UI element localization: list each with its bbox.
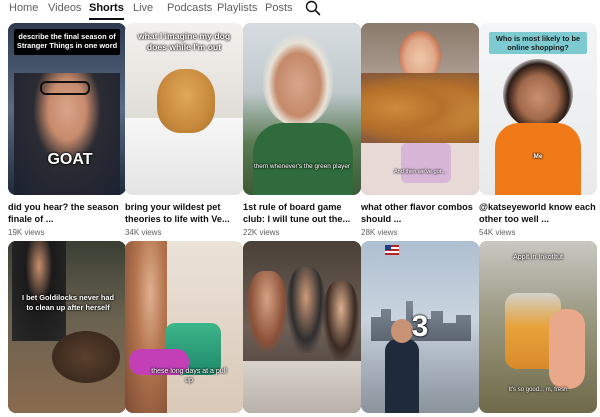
overlay-caption: what I imagine my dog does while I'm out [137,31,231,52]
active-tab-underline [89,18,124,20]
search-icon[interactable] [305,0,321,16]
short-title[interactable]: 1st rule of board game club: I will tune… [243,201,361,225]
short-thumbnail[interactable]: them whenever's the green player [243,23,361,195]
view-count: 34K views [125,228,162,237]
tab-playlists[interactable]: Playlists [217,0,257,20]
short-title[interactable]: bring your wildest pet theories to life … [125,201,243,225]
tab-videos[interactable]: Videos [48,0,81,20]
short-title[interactable]: @katseyeworld know each other too well .… [479,201,597,225]
tab-posts[interactable]: Posts [265,0,293,20]
view-count: 19K views [8,228,45,237]
overlay-caption: I bet Goldilocks never had to clean up a… [22,293,114,312]
short-thumbnail[interactable] [243,241,361,413]
channel-tabs: Home Videos Shorts Live Podcasts Playlis… [0,0,600,20]
view-count: 22K views [243,228,280,237]
short-thumbnail[interactable]: these long days at a pull up [125,241,243,413]
overlay-caption: Me [533,153,543,160]
overlay-caption: 3 [411,310,429,343]
short-thumbnail[interactable]: describe the final season of Stranger Th… [8,23,126,195]
view-count: 54K views [479,228,516,237]
short-thumbnail[interactable]: Applt in Inkotltut It's so good... m, fr… [479,241,597,413]
tab-live[interactable]: Live [133,0,153,20]
short-thumbnail[interactable]: 3 [361,241,479,413]
short-thumbnail[interactable]: Who is most likely to be online shopping… [479,23,597,195]
overlay-caption: Who is most likely to be online shopping… [489,32,587,54]
short-thumbnail[interactable]: And then we've got... [361,23,479,195]
overlay-caption: these long days at a pull up [151,368,227,384]
short-title[interactable]: did you hear? the season finale of ... [8,201,126,225]
tab-podcasts[interactable]: Podcasts [167,0,212,20]
view-count: 28K views [361,228,398,237]
overlay-caption: them whenever's the green player [253,163,351,170]
overlay-caption: It's so good... m, fresh [508,387,568,393]
overlay-caption: GOAT [47,151,93,168]
overlay-caption: describe the final season of Stranger Th… [14,29,120,55]
short-thumbnail[interactable]: I bet Goldilocks never had to clean up a… [8,241,126,413]
short-title[interactable]: what other flavor combos should ... [361,201,479,225]
tab-shorts[interactable]: Shorts [89,0,124,20]
overlay-caption: And then we've got... [393,169,447,175]
tab-home[interactable]: Home [9,0,38,20]
short-thumbnail[interactable]: what I imagine my dog does while I'm out [125,23,243,195]
overlay-caption: Applt in Inkotltut [513,254,563,261]
